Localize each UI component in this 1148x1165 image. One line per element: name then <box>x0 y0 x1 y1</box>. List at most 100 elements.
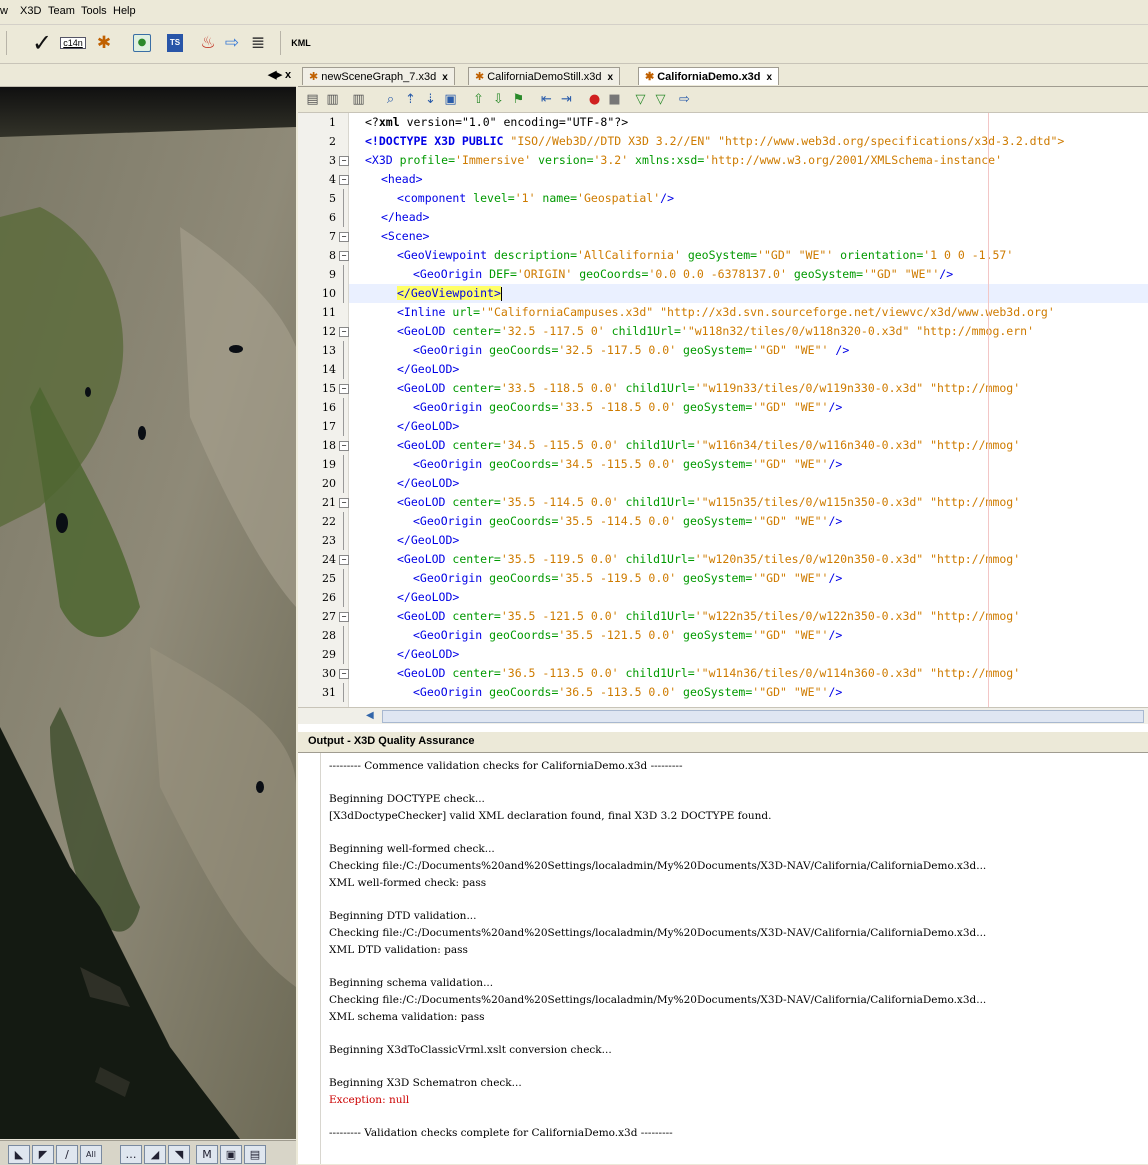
menu-x3d[interactable]: X3D <box>20 5 41 17</box>
line-number-gutter: 1 2 3−4−5 6 7−8−9 10 11 12−13 14 15−16 17 18−19 20 21… <box>298 113 349 707</box>
x3d-file-icon: ✱ <box>645 71 655 83</box>
lake-tahoe <box>56 513 68 533</box>
fold-toggle-icon[interactable]: − <box>339 327 349 337</box>
text-cursor <box>500 286 502 301</box>
tab-californiademostill[interactable]: ✱ CaliforniaDemoStill.x3d x <box>468 67 621 85</box>
ts-button[interactable]: TS <box>163 30 187 56</box>
find-next-icon[interactable]: ⇣ <box>422 91 439 108</box>
menu-tools[interactable]: Tools <box>81 5 107 17</box>
line-number: 5 <box>329 192 336 205</box>
validate-xml-icon[interactable]: ▽ <box>652 91 669 108</box>
close-tab-icon[interactable]: x <box>767 72 773 83</box>
code-line-1: <?xml version="1.0" encoding="UTF-8"?> <box>365 115 629 129</box>
output-line: XML DTD validation: pass <box>329 944 468 956</box>
nav-fly-button[interactable]: ◤ <box>32 1145 54 1164</box>
output-line: Beginning schema validation... <box>329 977 494 989</box>
x3d-tidy-icon[interactable]: ✱ <box>92 30 116 56</box>
line-number: 14 <box>322 363 336 376</box>
toolbar-separator <box>280 31 281 55</box>
stop-macro-icon[interactable]: ■ <box>606 91 623 108</box>
scroll-left-arrow-icon[interactable]: ◀ <box>366 710 378 721</box>
code-line-geolod-close: </GeoLOD> <box>397 647 460 661</box>
close-tab-icon[interactable]: x <box>608 72 614 83</box>
fold-toggle-icon[interactable]: − <box>339 251 349 261</box>
output-line: --------- Validation checks complete for… <box>329 1127 673 1139</box>
java-icon[interactable]: ♨ <box>196 30 220 56</box>
toggle-highlight-icon[interactable]: ▣ <box>442 91 459 108</box>
satellite-map-view[interactable] <box>0 87 296 1139</box>
line-number: 20 <box>322 477 336 490</box>
kml-button[interactable]: KML <box>288 30 314 56</box>
nav-all-button[interactable]: All <box>80 1145 102 1164</box>
menu-help[interactable]: Help <box>113 5 136 17</box>
line-number: 8 <box>329 249 336 262</box>
horizontal-scrollbar[interactable]: ◀ <box>298 707 1148 724</box>
fold-guide <box>343 360 344 379</box>
nav-more-button[interactable]: … <box>120 1145 142 1164</box>
nav-pan-button[interactable]: ◥ <box>168 1145 190 1164</box>
list-icon[interactable]: ≣ <box>246 30 270 56</box>
xsl-transform-icon[interactable]: ⇨ <box>676 91 693 108</box>
forward-history-icon[interactable]: ▥ <box>350 91 367 108</box>
code-line-6: </head> <box>381 210 430 224</box>
toggle-bookmark-icon[interactable]: ⚑ <box>510 91 527 108</box>
line-number: 26 <box>322 591 336 604</box>
fold-toggle-icon[interactable]: − <box>339 498 349 508</box>
code-line-geoorigin: <GeoOrigin geoCoords='34.5 -115.5 0.0' g… <box>413 457 843 471</box>
line-number: 7 <box>329 230 336 243</box>
line-number: 22 <box>322 515 336 528</box>
code-line-geolod-close: </GeoLOD> <box>397 476 460 490</box>
fold-toggle-icon[interactable]: − <box>339 384 349 394</box>
next-bookmark-icon[interactable]: ⇩ <box>490 91 507 108</box>
tab-newscenegraph[interactable]: ✱ newSceneGraph_7.x3d x <box>302 67 455 85</box>
nav-fit-button[interactable]: ▣ <box>220 1145 242 1164</box>
menu-bar: w X3D Team Tools Help <box>0 0 1148 25</box>
fold-toggle-icon[interactable]: − <box>339 232 349 242</box>
code-line-geolod-close: </GeoLOD> <box>397 362 460 376</box>
fold-guide <box>343 531 344 550</box>
c14n-button[interactable]: c14n <box>58 30 88 56</box>
menu-view[interactable]: w <box>0 5 8 17</box>
nav-examine-button[interactable]: ∕ <box>56 1145 78 1164</box>
right-margin-line <box>988 113 989 707</box>
back-history-icon[interactable]: ▥ <box>324 91 341 108</box>
code-line-geolod: <GeoLOD center='32.5 -117.5 0' child1Url… <box>397 324 1034 338</box>
viewer-panel-controls[interactable]: ◀▸ x <box>268 68 291 81</box>
fold-toggle-icon[interactable]: − <box>339 441 349 451</box>
line-number: 16 <box>322 401 336 414</box>
fold-toggle-icon[interactable]: − <box>339 669 349 679</box>
check-xml-icon[interactable]: ▽ <box>632 91 649 108</box>
fold-guide <box>343 683 344 702</box>
find-icon[interactable]: ⌕ <box>382 91 399 108</box>
nav-zoom-button[interactable]: M <box>196 1145 218 1164</box>
fold-toggle-icon[interactable]: − <box>339 175 349 185</box>
source-icon[interactable]: ▤ <box>304 91 321 108</box>
previous-bookmark-icon[interactable]: ⇧ <box>470 91 487 108</box>
fold-toggle-icon[interactable]: − <box>339 156 349 166</box>
menu-team[interactable]: Team <box>48 5 75 17</box>
nav-walk-button[interactable]: ◣ <box>8 1145 30 1164</box>
code-line-geolod: <GeoLOD center='36.5 -113.5 0.0' child1U… <box>397 666 1021 680</box>
validate-check-icon[interactable]: ✓ <box>30 29 54 57</box>
nav-reset-button[interactable]: ▤ <box>244 1145 266 1164</box>
close-tab-icon[interactable]: x <box>442 72 448 83</box>
line-number: 13 <box>322 344 336 357</box>
output-log[interactable]: --------- Commence validation checks for… <box>320 753 1148 1164</box>
code-area[interactable]: <?xml version="1.0" encoding="UTF-8"?> <… <box>349 113 1148 707</box>
output-line: Checking file:/C:/Documents%20and%20Sett… <box>329 994 987 1006</box>
scrollbar-thumb[interactable] <box>382 710 1144 723</box>
output-line: Beginning DOCTYPE check... <box>329 793 485 805</box>
find-previous-icon[interactable]: ⇡ <box>402 91 419 108</box>
tab-californiademo[interactable]: ✱ CaliforniaDemo.x3d x <box>638 67 780 85</box>
nav-slide-button[interactable]: ◢ <box>144 1145 166 1164</box>
start-macro-icon[interactable]: ● <box>586 91 603 108</box>
viewer-icon[interactable]: ● <box>130 30 154 56</box>
shift-right-icon[interactable]: ⇥ <box>558 91 575 108</box>
fold-toggle-icon[interactable]: − <box>339 555 349 565</box>
line-number: 11 <box>322 306 336 319</box>
shift-left-icon[interactable]: ⇤ <box>538 91 555 108</box>
line-number: 29 <box>322 648 336 661</box>
fold-guide <box>343 189 344 208</box>
fold-toggle-icon[interactable]: − <box>339 612 349 622</box>
forward-arrow-icon[interactable]: ⇨ <box>220 30 244 56</box>
